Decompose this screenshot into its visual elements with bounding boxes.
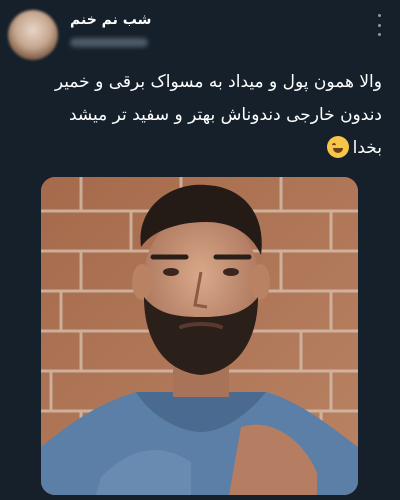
avatar[interactable] [8,10,58,60]
tweet-text: والا همون پول و میداد به مسواک برقی و خم… [30,66,382,165]
man-against-brick-wall-photo [41,177,358,495]
tweet-text-line-3-text: بخدا [352,138,382,158]
tweet-text-line-2: دندون خارجی دندوناش بهتر و سفید تر میشد [68,105,382,125]
laughing-emoji-icon [326,136,349,158]
more-options-icon[interactable] [372,14,386,36]
display-name[interactable]: شب نم خنم [70,12,151,28]
tweet-image[interactable] [41,177,358,495]
tweet-text-line-1: والا همون پول و میداد به مسواک برقی و خم… [54,72,382,92]
tweet-header: شب نم خنم [0,0,400,62]
tweet-text-line-3: بخدا [30,132,382,165]
username-handle[interactable] [70,38,148,47]
